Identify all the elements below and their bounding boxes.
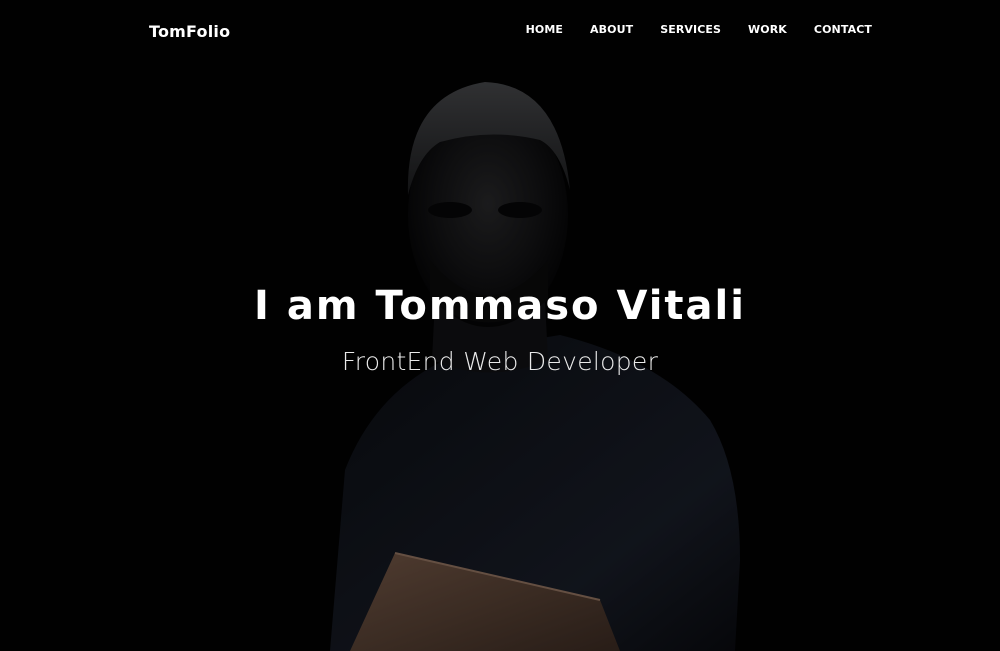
nav-link-contact[interactable]: CONTACT xyxy=(814,23,872,36)
top-navbar: TomFolio HOME ABOUT SERVICES WORK CONTAC… xyxy=(0,0,1000,60)
nav-link-about[interactable]: ABOUT xyxy=(590,23,633,36)
hero-title: I am Tommaso Vitali xyxy=(254,283,746,329)
nav-link-services[interactable]: SERVICES xyxy=(660,23,721,36)
hero-subtitle: FrontEnd Web Developer xyxy=(341,347,659,376)
nav-menu: HOME ABOUT SERVICES WORK CONTACT xyxy=(526,23,872,36)
brand-logo-link[interactable]: TomFolio xyxy=(149,22,230,41)
landing-page: TomFolio HOME ABOUT SERVICES WORK CONTAC… xyxy=(0,0,1000,651)
nav-link-home[interactable]: HOME xyxy=(526,23,563,36)
nav-link-work[interactable]: WORK xyxy=(748,23,787,36)
